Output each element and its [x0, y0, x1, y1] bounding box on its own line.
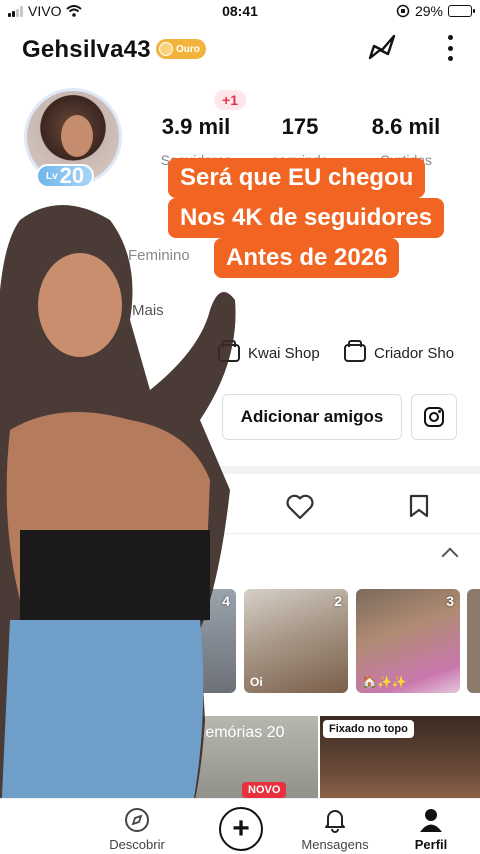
pinned-badge: Fixado no topo	[323, 720, 414, 738]
thumb-label: 🏠✨✨	[362, 675, 407, 689]
create-button[interactable]: +	[219, 807, 263, 851]
shop-icon	[218, 340, 240, 362]
caption-line: Será que EU chegou	[168, 158, 426, 198]
tab-saved[interactable]	[408, 494, 430, 518]
nav-messages[interactable]: Mensagens	[290, 807, 380, 852]
status-right: 29%	[396, 3, 475, 19]
collection-thumb[interactable]: 3 🏠✨✨	[356, 589, 460, 693]
caption-line: Nos 4K de seguidores	[168, 198, 445, 238]
rank-badge[interactable]: Ouro	[156, 39, 206, 59]
add-friends-button[interactable]: Adicionar amigos	[222, 394, 402, 440]
level-badge: Lv 20	[36, 163, 95, 188]
collection-thumb[interactable]: 4	[196, 589, 236, 693]
more-bio-link[interactable]: Mais	[132, 302, 164, 319]
new-badge: NOVO	[242, 782, 287, 798]
level-number: 20	[59, 163, 85, 188]
following-count: 175	[281, 114, 319, 139]
memories-label: Memórias 20	[192, 724, 285, 741]
status-bar: VIVO 08:41 29%	[0, 0, 480, 22]
nav-discover-label: Descobrir	[109, 837, 165, 852]
orientation-lock-icon	[396, 4, 410, 18]
bottom-navigation: Descobrir + Mensagens Perfil	[0, 798, 480, 854]
nav-profile[interactable]: Perfil	[386, 807, 476, 852]
thumb-count: 2	[334, 593, 342, 609]
creator-shop-label: Criador Sho	[374, 344, 455, 362]
section-divider	[0, 466, 480, 474]
tab-liked[interactable]	[286, 494, 314, 520]
collection-thumb[interactable]	[467, 589, 480, 693]
profile-header: Gehsilva43 Ouro	[22, 30, 460, 70]
bell-icon	[325, 810, 345, 833]
shop-icon	[344, 340, 366, 362]
new-followers-badge: +1	[214, 90, 246, 110]
more-options-icon[interactable]	[444, 32, 456, 64]
rank-badge-label: Ouro	[176, 43, 200, 55]
kwai-shop-link[interactable]: Kwai Shop	[218, 340, 320, 362]
content-tabs	[0, 474, 480, 534]
nav-discover[interactable]: Descobrir	[92, 807, 182, 852]
instagram-button[interactable]	[411, 394, 457, 440]
collection-thumb[interactable]: 2 Oi	[244, 589, 348, 693]
caption-line: Antes de 2026	[214, 238, 400, 278]
creator-shop-link[interactable]: Criador Sho	[344, 340, 455, 362]
rank-badge-icon	[159, 42, 173, 56]
kwai-shop-label: Kwai Shop	[248, 344, 320, 362]
battery-icon	[448, 5, 475, 17]
chevron-up-icon[interactable]	[441, 547, 459, 565]
thumb-count: 3	[446, 593, 454, 609]
instagram-icon	[424, 407, 444, 427]
followers-count: 3.9 mil	[161, 114, 231, 139]
thumb-count: 4	[222, 593, 230, 609]
person-icon	[420, 809, 442, 832]
share-icon[interactable]	[364, 30, 400, 66]
gender-text: Feminino	[128, 247, 190, 264]
username: Gehsilva43	[22, 36, 151, 63]
level-prefix: Lv	[46, 170, 58, 182]
compass-icon	[125, 808, 149, 832]
battery-percent: 29%	[414, 3, 443, 19]
likes-count: 8.6 mil	[371, 114, 441, 139]
nav-messages-label: Mensagens	[301, 837, 369, 852]
nav-profile-label: Perfil	[414, 837, 448, 852]
thumb-label: Oi	[250, 675, 263, 689]
